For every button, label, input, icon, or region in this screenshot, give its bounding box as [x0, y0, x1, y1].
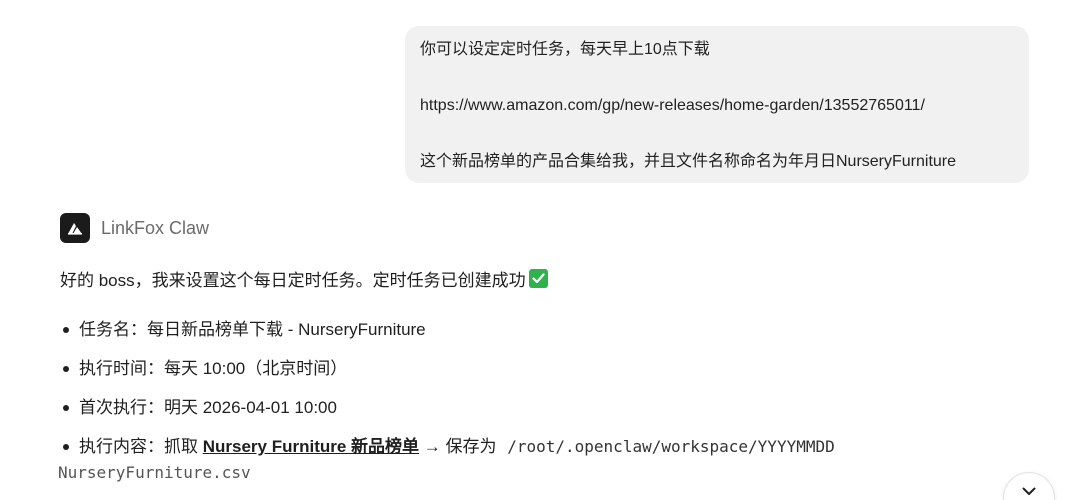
file-path-code-continued: NurseryFurniture.csv [58, 463, 251, 482]
file-path-code: /root/.openclaw/workspace/YYYYMMDD [507, 437, 835, 456]
item-label: 首次执行： [79, 398, 164, 417]
list-item: 任务名： 每日新品榜单下载 - NurseryFurniture [60, 318, 841, 342]
item-value: 每日新品榜单下载 - NurseryFurniture [147, 320, 426, 339]
user-message-line: 这个新品榜单的产品合集给我，并且文件名称命名为年月日NurseryFurnitu… [420, 153, 957, 170]
user-message-url: https://www.amazon.com/gp/new-releases/h… [420, 97, 925, 114]
reply-intro-text: 好的 boss，我来设置这个每日定时任务。定时任务已创建成功 [60, 271, 526, 290]
item-value: 明天 2026-04-01 10:00 [164, 398, 337, 417]
list-item: 首次执行： 明天 2026-04-01 10:00 [60, 396, 841, 420]
reply-intro: 好的 boss，我来设置这个每日定时任务。定时任务已创建成功 [60, 266, 548, 291]
item-label: 执行时间： [79, 359, 164, 378]
user-message-bubble: 你可以设定定时任务，每天早上10点下载 https://www.amazon.c… [405, 26, 1029, 183]
bullet-icon [63, 327, 69, 333]
bullet-icon [63, 366, 69, 372]
bullet-icon [63, 405, 69, 411]
agent-name: LinkFox Claw [101, 217, 210, 238]
list-item: 执行时间： 每天 10:00（北京时间） [60, 357, 841, 381]
chat-page: 你可以设定定时任务，每天早上10点下载 https://www.amazon.c… [0, 0, 1080, 500]
chevron-down-icon [1022, 487, 1036, 495]
item-label: 执行内容： [79, 437, 164, 456]
item-label: 任务名： [79, 320, 147, 339]
list-item: 执行内容： 抓取 Nursery Furniture 新品榜单 → 保存为 /r… [60, 435, 841, 459]
item-prefix: 抓取 [164, 437, 203, 456]
bullet-icon [63, 444, 69, 450]
check-mark-button-icon [528, 269, 548, 288]
task-details-list: 任务名： 每日新品榜单下载 - NurseryFurniture 执行时间： 每… [60, 318, 841, 474]
scroll-to-bottom-button[interactable] [1003, 472, 1055, 500]
item-value: 每天 10:00（北京时间） [164, 359, 348, 378]
item-arrow: → 保存为 [419, 437, 502, 456]
user-message-line: 你可以设定定时任务，每天早上10点下载 [420, 41, 710, 58]
agent-header: LinkFox Claw [60, 213, 209, 243]
new-releases-link[interactable]: Nursery Furniture 新品榜单 [203, 435, 419, 459]
linkfox-logo-icon [60, 213, 90, 243]
